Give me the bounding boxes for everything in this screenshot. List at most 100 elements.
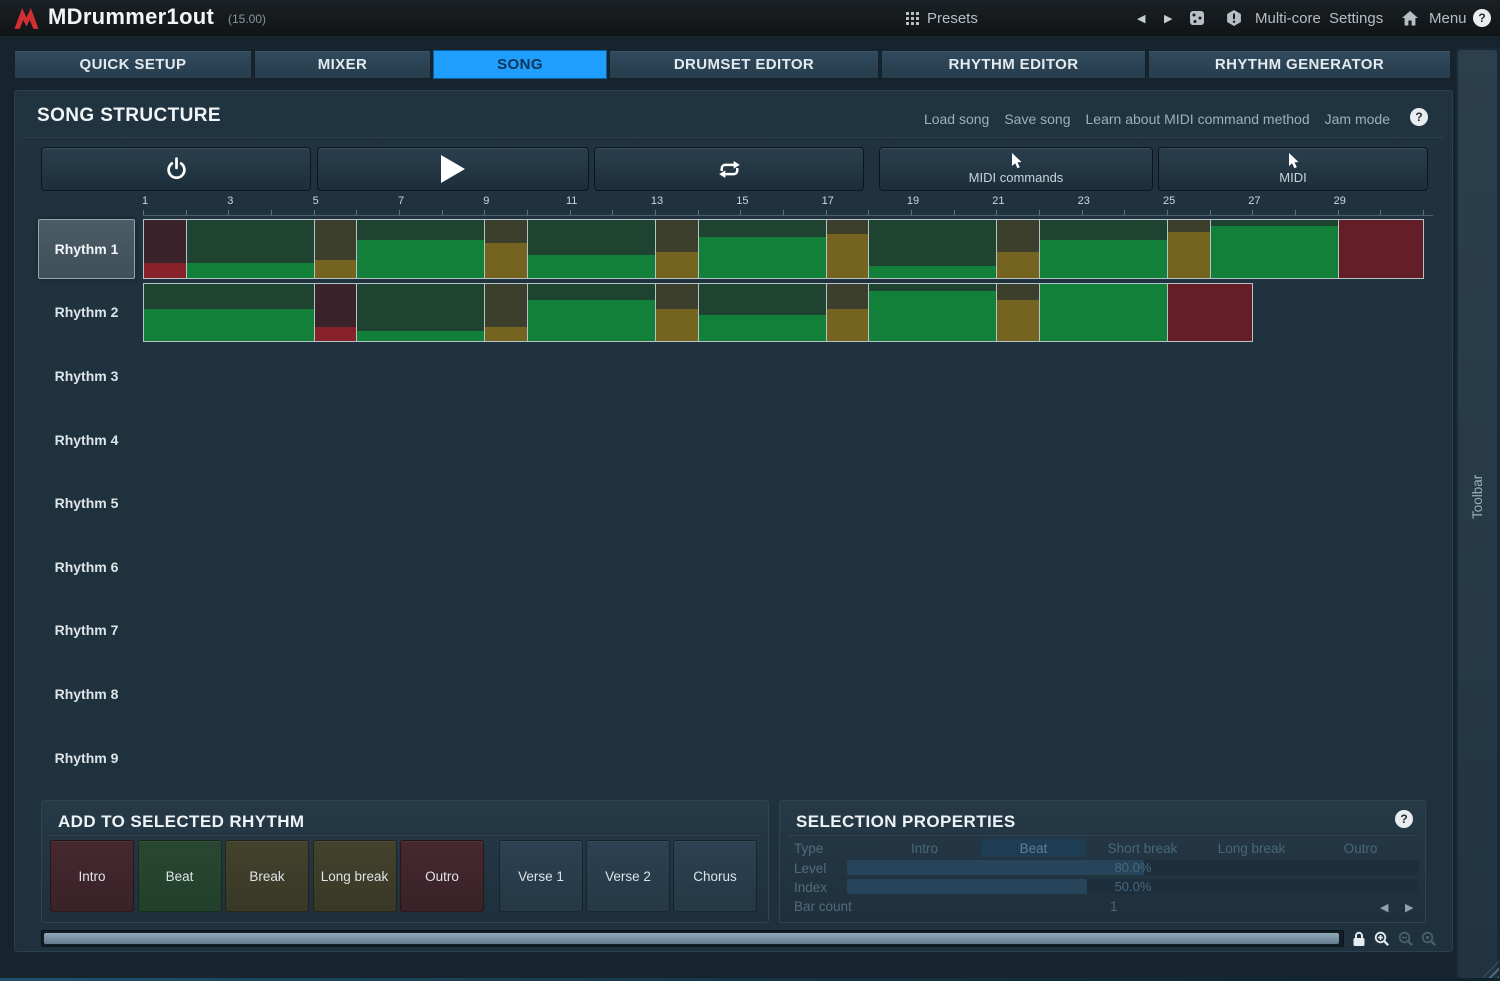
home-button[interactable] [1402, 0, 1418, 36]
song-segment-beat[interactable] [1039, 283, 1168, 343]
power-button[interactable] [41, 147, 311, 191]
tab-quick-setup[interactable]: QUICK SETUP [14, 50, 252, 79]
titlebar-help-button[interactable]: ? [1473, 0, 1491, 36]
type-option-short-break[interactable]: Short break [1090, 839, 1195, 857]
song-segment-break[interactable] [655, 219, 699, 279]
dice-icon [1189, 10, 1205, 26]
song-segment-beat[interactable] [186, 219, 315, 279]
type-option-outro[interactable]: Outro [1308, 839, 1413, 857]
add-verse-2-button[interactable]: Verse 2 [586, 840, 670, 912]
loop-button[interactable] [594, 147, 864, 191]
preset-prev-button[interactable]: ◀ [1137, 0, 1145, 36]
song-segment-break[interactable] [826, 219, 870, 279]
type-option-long-break[interactable]: Long break [1199, 839, 1304, 857]
rhythm-label-5[interactable]: Rhythm 5 [38, 473, 135, 533]
lock-icon[interactable] [1352, 931, 1366, 947]
song-segment-break[interactable] [1167, 219, 1211, 279]
add-break-button[interactable]: Break [225, 840, 309, 912]
separator [50, 835, 760, 836]
song-segment-break[interactable] [655, 283, 699, 343]
song-segment-beat[interactable] [527, 219, 656, 279]
type-option-intro[interactable]: Intro [872, 839, 977, 857]
tab-drumset-editor[interactable]: DRUMSET EDITOR [609, 50, 879, 79]
link-load-song[interactable]: Load song [924, 111, 989, 127]
zoom-in-icon[interactable] [1374, 931, 1390, 947]
zoom-out-icon[interactable] [1398, 931, 1414, 947]
multicore-menu[interactable]: Multi-core [1255, 0, 1321, 36]
random-preset-button[interactable] [1189, 0, 1205, 36]
song-segment-break[interactable] [484, 283, 528, 343]
song-segment-intro[interactable] [314, 283, 358, 343]
level-slider[interactable]: 80.0% [847, 860, 1419, 875]
notifications-button[interactable] [1226, 0, 1242, 36]
link-jam-mode[interactable]: Jam mode [1325, 111, 1390, 127]
rhythm-label-6[interactable]: Rhythm 6 [38, 537, 135, 597]
song-segment-break[interactable] [996, 283, 1040, 343]
tab-rhythm-generator[interactable]: RHYTHM GENERATOR [1148, 50, 1451, 79]
add-verse-1-button[interactable]: Verse 1 [499, 840, 583, 912]
ruler-number: 15 [736, 195, 748, 207]
song-segment-intro[interactable] [143, 219, 187, 279]
song-segment-beat[interactable] [868, 219, 997, 279]
song-segment-outro[interactable] [1338, 219, 1424, 279]
rhythm-label-4[interactable]: Rhythm 4 [38, 410, 135, 470]
song-segment-beat[interactable] [868, 283, 997, 343]
add-outro-button[interactable]: Outro [400, 840, 484, 912]
song-segment-break[interactable] [826, 283, 870, 343]
presets-button[interactable]: Presets [906, 0, 978, 36]
rhythm-label-7[interactable]: Rhythm 7 [38, 601, 135, 661]
segment-level-fill [1339, 220, 1423, 278]
link-learn-about-midi-command-method[interactable]: Learn about MIDI command method [1086, 111, 1310, 127]
segment-level-fill [144, 263, 186, 277]
bar-count-prev-button[interactable]: ◀ [1380, 901, 1388, 914]
rhythm-label-1[interactable]: Rhythm 1 [38, 219, 135, 279]
song-segment-beat[interactable] [698, 219, 827, 279]
segment-level-fill [144, 309, 314, 341]
song-segment-beat[interactable] [527, 283, 656, 343]
bar-count-next-button[interactable]: ▶ [1405, 901, 1413, 914]
segment-level-fill [315, 260, 357, 277]
rhythm-label-8[interactable]: Rhythm 8 [38, 664, 135, 724]
song-segment-beat[interactable] [1210, 219, 1339, 279]
scrollbar-thumb[interactable] [44, 933, 1339, 944]
song-segment-beat[interactable] [1039, 219, 1168, 279]
song-segment-outro[interactable] [1167, 283, 1253, 343]
song-segment-beat[interactable] [143, 283, 315, 343]
tab-song[interactable]: SONG [433, 50, 607, 79]
main-tab-bar: QUICK SETUPMIXERSONGDRUMSET EDITORRHYTHM… [14, 50, 1453, 79]
add-intro-button[interactable]: Intro [50, 840, 134, 912]
ruler-number: 27 [1248, 195, 1260, 207]
selection-properties-panel: SELECTION PROPERTIES ? Type IntroBeatSho… [779, 800, 1426, 923]
add-beat-button[interactable]: Beat [138, 840, 222, 912]
song-segment-break[interactable] [314, 219, 358, 279]
song-structure-help-button[interactable]: ? [1410, 108, 1428, 126]
link-save-song[interactable]: Save song [1004, 111, 1070, 127]
rhythm-label-2[interactable]: Rhythm 2 [38, 283, 135, 343]
song-segment-beat[interactable] [356, 283, 485, 343]
tab-rhythm-editor[interactable]: RHYTHM EDITOR [881, 50, 1146, 79]
segment-level-fill [1040, 240, 1167, 277]
preset-next-button[interactable]: ▶ [1164, 0, 1172, 36]
settings-menu[interactable]: Settings [1329, 0, 1383, 36]
index-slider[interactable]: 50.0% [847, 879, 1419, 894]
selection-properties-help-button[interactable]: ? [1395, 810, 1413, 828]
ruler-number: 9 [483, 195, 489, 207]
menu-button[interactable]: Menu [1429, 0, 1467, 36]
midi-commands-button[interactable]: MIDI commands [879, 147, 1153, 191]
tab-mixer[interactable]: MIXER [254, 50, 431, 79]
add-long-break-button[interactable]: Long break [313, 840, 397, 912]
add-chorus-button[interactable]: Chorus [673, 840, 757, 912]
zoom-fit-icon[interactable] [1421, 931, 1437, 947]
play-button[interactable] [317, 147, 589, 191]
song-segment-break[interactable] [484, 219, 528, 279]
midi-button[interactable]: MIDI [1158, 147, 1428, 191]
song-segment-break[interactable] [996, 219, 1040, 279]
rhythm-label-3[interactable]: Rhythm 3 [38, 346, 135, 406]
timeline-scrollbar[interactable] [41, 930, 1344, 947]
toolbar-handle[interactable]: Toolbar [1458, 50, 1497, 979]
type-option-beat[interactable]: Beat [981, 839, 1086, 857]
rhythm-label-9[interactable]: Rhythm 9 [38, 728, 135, 788]
song-segment-beat[interactable] [698, 283, 827, 343]
help-icon: ? [1410, 108, 1428, 126]
song-segment-beat[interactable] [356, 219, 485, 279]
